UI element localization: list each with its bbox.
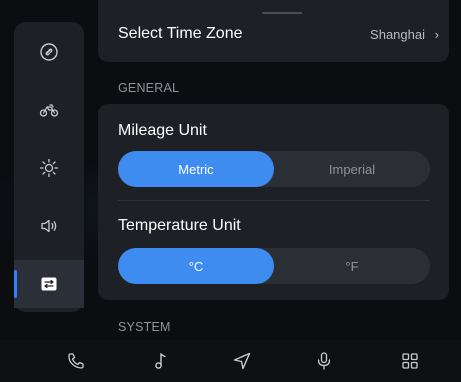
nav-music[interactable] — [140, 340, 180, 382]
divider — [118, 200, 430, 201]
nav-voice[interactable] — [304, 340, 344, 382]
bottom-navigation-bar — [0, 340, 461, 382]
active-indicator — [14, 270, 17, 298]
temperature-option-celsius[interactable]: °C — [118, 248, 274, 284]
volume-icon — [41, 219, 57, 233]
nav-apps[interactable] — [390, 340, 430, 382]
rail-item-brightness[interactable] — [14, 144, 84, 192]
rail-item-sound[interactable] — [14, 202, 84, 250]
chevron-right-icon: › — [434, 27, 439, 42]
mileage-option-metric[interactable]: Metric — [118, 151, 274, 187]
nav-phone[interactable] — [56, 340, 96, 382]
temperature-unit-toggle: °C °F — [118, 248, 430, 284]
nav-navigation[interactable] — [222, 340, 262, 382]
temperature-unit-title: Temperature Unit — [118, 217, 241, 234]
temperature-option-fahrenheit[interactable]: °F — [274, 248, 430, 284]
settings-screen: Select Time Zone Shanghai › GENERAL Mile… — [0, 0, 461, 382]
drag-handle[interactable] — [262, 12, 302, 14]
settings-panel: Select Time Zone Shanghai › GENERAL Mile… — [98, 0, 449, 340]
general-settings-card: Mileage Unit Metric Imperial Temperature… — [98, 104, 449, 300]
time-zone-title: Select Time Zone — [118, 25, 243, 42]
rail-item-display[interactable] — [14, 260, 84, 308]
display-settings-icon — [41, 277, 57, 291]
time-zone-row[interactable]: Select Time Zone Shanghai › — [98, 0, 449, 62]
phone-icon — [68, 353, 84, 369]
brightness-icon — [39, 158, 59, 178]
microphone-icon — [317, 352, 331, 370]
rail-item-vehicle[interactable] — [14, 86, 84, 134]
rail-item-connection[interactable] — [14, 28, 84, 76]
time-zone-value: Shanghai — [370, 27, 425, 42]
apps-grid-icon — [402, 353, 418, 369]
music-note-icon — [155, 353, 166, 369]
mileage-unit-toggle: Metric Imperial — [118, 151, 430, 187]
mileage-unit-title: Mileage Unit — [118, 122, 207, 139]
settings-category-rail — [14, 22, 84, 312]
section-label-system: SYSTEM — [118, 320, 171, 334]
navigation-icon — [233, 352, 251, 370]
section-label-general: GENERAL — [118, 81, 180, 95]
link-icon — [40, 43, 58, 61]
motorcycle-icon — [39, 104, 59, 117]
mileage-option-imperial[interactable]: Imperial — [274, 151, 430, 187]
